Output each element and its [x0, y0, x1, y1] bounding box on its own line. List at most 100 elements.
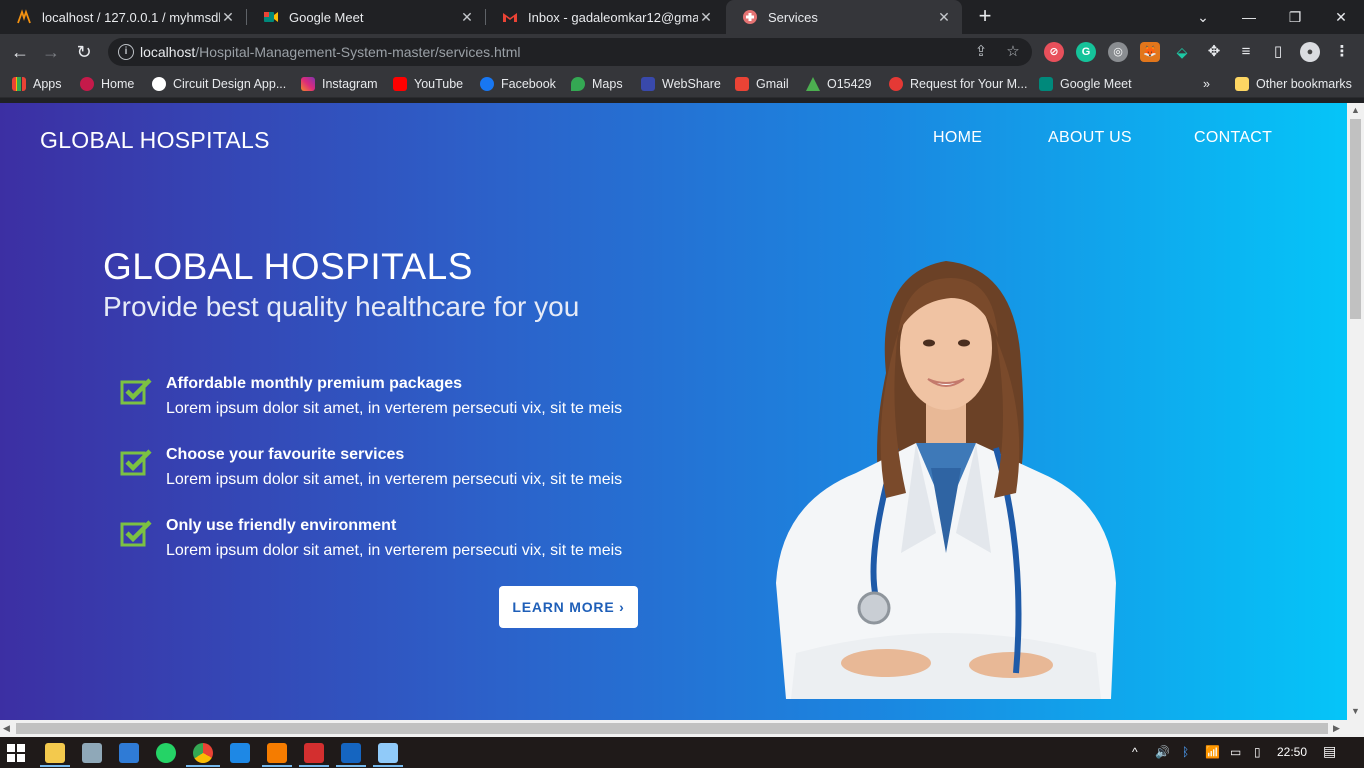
address-bar[interactable]: i localhost/Hospital-Management-System-m… [108, 38, 1032, 66]
extensions-puzzle-icon[interactable]: ✥ [1204, 42, 1224, 62]
bookmark-o15429[interactable]: O15429 [806, 74, 871, 94]
folder-icon [1235, 77, 1249, 91]
running-indicator [336, 765, 366, 767]
volume-icon[interactable]: 🔊 [1155, 745, 1170, 759]
nav-home[interactable]: HOME [933, 129, 982, 147]
bookmark-label: Home [101, 77, 135, 91]
page-viewport: GLOBAL HOSPITALS HOME ABOUT US CONTACT G… [0, 103, 1347, 720]
feature-title: Only use friendly environment [166, 517, 397, 534]
vertical-scrollbar[interactable]: ▲ ▼ [1347, 103, 1364, 720]
bluetooth-icon[interactable]: ᛒ [1182, 745, 1189, 759]
profile-avatar[interactable]: ● [1300, 42, 1320, 62]
tab-search-icon[interactable]: ⌄ [1180, 0, 1226, 34]
bookmarks-overflow-button[interactable]: » [1203, 74, 1210, 94]
whatsapp-icon[interactable] [156, 743, 176, 763]
bookmark-label: Other bookmarks [1256, 77, 1352, 91]
facebook-icon [480, 77, 494, 91]
bookmark-label: Gmail [756, 77, 789, 91]
extension-o-icon[interactable]: ⊘ [1044, 42, 1064, 62]
tray-chevron-icon[interactable]: ^ [1132, 745, 1138, 759]
bookmark-label: O15429 [827, 77, 872, 91]
restore-button[interactable]: ❐ [1272, 0, 1318, 34]
reload-icon[interactable]: ↻ [71, 40, 97, 64]
side-panel-icon[interactable]: ▯ [1268, 42, 1288, 62]
image-viewer-icon[interactable] [341, 743, 361, 763]
triangle-icon [806, 77, 820, 91]
wps-office-icon[interactable] [304, 743, 324, 763]
site-info-icon[interactable]: i [118, 44, 134, 60]
scroll-left-arrow-icon[interactable]: ◀ [3, 723, 10, 734]
bookmark-star-icon[interactable]: ☆ [1004, 43, 1022, 61]
bookmark-label: Instagram [322, 77, 378, 91]
file-explorer-icon[interactable] [45, 743, 65, 763]
extension-pin-icon[interactable]: ⬙ [1172, 42, 1192, 62]
windows-start-icon[interactable] [6, 743, 26, 763]
globe-extension-icon[interactable]: ◎ [1108, 42, 1128, 62]
doctor-image [776, 261, 1116, 699]
feature-description: Lorem ipsum dolor sit amet, in verterem … [166, 542, 623, 559]
vscode-icon[interactable] [230, 743, 250, 763]
feature-description: Lorem ipsum dolor sit amet, in verterem … [166, 400, 623, 417]
tab-google-meet[interactable]: Google Meet ✕ [247, 0, 485, 34]
scroll-down-arrow-icon[interactable]: ▼ [1351, 706, 1360, 716]
tab-services[interactable]: Services ✕ [726, 0, 962, 34]
scroll-thumb[interactable] [1350, 119, 1361, 319]
bookmark-circuit-design[interactable]: Circuit Design App... [152, 74, 286, 94]
tab-gmail-inbox[interactable]: Inbox - gadaleomkar12@gmail.co ✕ [486, 0, 724, 34]
taskbar-clock[interactable]: 22:50 [1277, 745, 1307, 759]
nav-about-us[interactable]: ABOUT US [1048, 129, 1132, 147]
forward-icon[interactable]: → [38, 40, 64, 64]
url-path: /Hospital-Management-System-master/servi… [195, 44, 521, 60]
bookmark-request[interactable]: Request for Your M... [889, 74, 1027, 94]
bookmark-home[interactable]: Home [80, 74, 134, 94]
bookmark-google-meet[interactable]: Google Meet [1039, 74, 1132, 94]
bookmark-webshare[interactable]: WebShare [641, 74, 721, 94]
bookmark-apps[interactable]: Apps [12, 74, 62, 94]
notepad-icon[interactable] [378, 743, 398, 763]
checkbox-check-icon [120, 449, 152, 476]
close-tab-icon[interactable]: ✕ [698, 9, 714, 26]
bookmark-label: Google Meet [1060, 77, 1132, 91]
battery-icon[interactable]: ▭ [1230, 745, 1241, 759]
close-tab-icon[interactable]: ✕ [936, 9, 952, 26]
circuit-icon [152, 77, 166, 91]
media-control-icon[interactable]: ≡ [1236, 42, 1256, 62]
running-indicator [262, 765, 292, 767]
running-indicator [40, 765, 70, 767]
menu-kebab-icon[interactable]: ⋮ [1332, 42, 1352, 62]
bookmark-gmail[interactable]: Gmail [735, 74, 789, 94]
notifications-icon[interactable]: ▤ [1323, 743, 1336, 760]
xampp-icon[interactable] [267, 743, 287, 763]
photos-icon[interactable] [82, 743, 102, 763]
other-bookmarks[interactable]: Other bookmarks [1235, 74, 1352, 94]
minimize-button[interactable]: — [1226, 0, 1272, 34]
new-tab-button[interactable]: + [973, 5, 997, 29]
grammarly-icon[interactable]: G [1076, 42, 1096, 62]
wifi-icon[interactable]: 📶 [1205, 745, 1220, 759]
url-text[interactable]: localhost/Hospital-Management-System-mas… [140, 44, 520, 60]
nav-contact[interactable]: CONTACT [1194, 129, 1272, 147]
scroll-right-arrow-icon[interactable]: ▶ [1333, 723, 1340, 734]
request-icon [889, 77, 903, 91]
google-meet-icon [1039, 77, 1053, 91]
tab-title: Inbox - gadaleomkar12@gmail.co [528, 9, 698, 25]
share-icon[interactable]: ⇪ [972, 43, 990, 61]
close-tab-icon[interactable]: ✕ [459, 9, 475, 26]
bookmark-maps[interactable]: Maps [571, 74, 623, 94]
battery-level-icon[interactable]: ▯ [1254, 745, 1261, 759]
back-icon[interactable]: ← [7, 40, 33, 64]
close-tab-icon[interactable]: ✕ [220, 9, 236, 26]
tab-phpmyadmin[interactable]: localhost / 127.0.0.1 / myhmsdb / ✕ [0, 0, 246, 34]
store-icon[interactable] [119, 743, 139, 763]
metamask-icon[interactable]: 🦊 [1140, 42, 1160, 62]
chrome-icon[interactable] [193, 743, 213, 763]
bookmark-youtube[interactable]: YouTube [393, 74, 463, 94]
scroll-thumb[interactable] [16, 723, 1328, 734]
scroll-up-arrow-icon[interactable]: ▲ [1351, 105, 1360, 115]
close-window-button[interactable]: ✕ [1318, 0, 1364, 34]
horizontal-scrollbar[interactable]: ◀ ▶ [0, 720, 1364, 737]
learn-more-button[interactable]: LEARN MORE › [499, 586, 638, 628]
bookmark-instagram[interactable]: Instagram [301, 74, 378, 94]
bookmark-facebook[interactable]: Facebook [480, 74, 556, 94]
site-brand[interactable]: GLOBAL HOSPITALS [40, 127, 270, 154]
